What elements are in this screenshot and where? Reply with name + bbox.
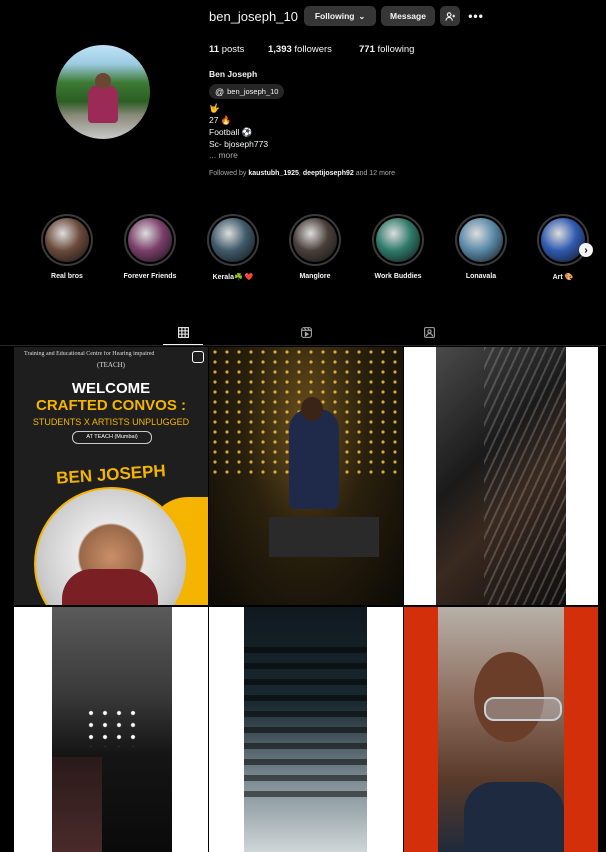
post-sub-text: STUDENTS X ARTISTS UNPLUGGED	[32, 417, 190, 427]
threads-handle: ben_joseph_10	[227, 87, 279, 96]
following-button[interactable]: Following ⌄	[304, 6, 376, 26]
road	[52, 757, 102, 852]
avatar-person	[88, 85, 118, 123]
highlight-item[interactable]: Real bros	[39, 214, 95, 280]
post-person	[289, 409, 339, 509]
post-location-pill: AT TEACH (Mumbai)	[72, 431, 152, 444]
bio-line: 27 🔥	[209, 115, 232, 125]
following-number: 771	[359, 44, 375, 55]
tagged-icon	[423, 326, 435, 338]
posts-label: posts	[221, 44, 245, 55]
post-welcome-text: WELCOME	[71, 380, 151, 397]
highlight-label: Work Buddies	[374, 273, 422, 280]
following-label-stat: following	[377, 44, 415, 55]
post-header-text: Training and Educational Centre for Hear…	[24, 351, 155, 357]
highlight-image	[45, 218, 89, 262]
highlight-label: Forever Friends	[123, 273, 177, 280]
highlight-item[interactable]: Work Buddies	[370, 214, 426, 280]
highlight-label: Lonavala	[465, 273, 497, 280]
window-grille	[484, 347, 566, 605]
post-portrait-shirt	[62, 569, 158, 605]
reels-icon	[300, 326, 312, 338]
more-options-icon[interactable]: •••	[468, 6, 484, 26]
post-bench	[269, 517, 379, 557]
posts-number: 11	[209, 44, 220, 55]
post-thumbnail[interactable]	[209, 347, 403, 605]
grid-icon	[177, 326, 189, 338]
highlight-label: Real bros	[51, 273, 83, 280]
post-thumbnail[interactable]	[404, 347, 598, 605]
highlight-item[interactable]: Lonavala	[453, 214, 509, 280]
post-teach-text: (TEACH)	[97, 361, 125, 369]
highlight-item[interactable]: Manglore	[287, 214, 343, 280]
highlight-thumbnail	[207, 214, 259, 266]
bus-seats	[244, 647, 367, 797]
chevron-right-icon: ›	[584, 244, 588, 256]
followers-number: 1,393	[268, 44, 292, 55]
post-thumbnail[interactable]: Training and Educational Centre for Hear…	[14, 347, 208, 605]
post-thumbnail[interactable]	[14, 607, 208, 852]
highlight-image	[293, 218, 337, 262]
street-lights	[84, 707, 144, 747]
post-thumbnail[interactable]	[209, 607, 403, 852]
highlight-thumbnail	[289, 214, 341, 266]
post-shirt	[464, 782, 564, 852]
highlight-label: Kerala☘️ ❤️	[212, 274, 254, 281]
highlight-item[interactable]: Forever Friends	[122, 214, 178, 280]
highlight-image	[211, 218, 255, 262]
followed-by[interactable]: Followed by kaustubh_1925, deeptijoseph9…	[209, 170, 395, 177]
highlights-next-button[interactable]: ›	[579, 243, 593, 257]
highlight-image	[128, 218, 172, 262]
highlight-label: Art 🎨	[552, 274, 574, 281]
highlight-label: Manglore	[299, 273, 331, 280]
highlight-image	[376, 218, 420, 262]
followed-by-sep: ,	[298, 170, 301, 177]
bio-line: Football ⚽	[209, 127, 253, 137]
following-count[interactable]: 771 following	[359, 44, 414, 55]
highlight-image	[541, 218, 585, 262]
post-glasses	[484, 697, 562, 721]
followed-by-prefix: Followed by	[209, 170, 247, 177]
profile-username: ben_joseph_10	[209, 9, 298, 24]
post-crafted-text: CRAFTED CONVOS :	[36, 397, 186, 414]
tabs-divider	[0, 345, 606, 346]
highlight-item[interactable]: Kerala☘️ ❤️	[205, 214, 261, 281]
profile-avatar[interactable]	[56, 45, 150, 139]
highlight-thumbnail	[124, 214, 176, 266]
bio-line: 🤟	[209, 103, 220, 113]
posts-count: 11 posts	[209, 44, 244, 55]
add-person-button[interactable]	[440, 6, 460, 26]
highlight-thumbnail	[455, 214, 507, 266]
followers-count[interactable]: 1,393 followers	[268, 44, 332, 55]
bio-more-link[interactable]: ... more	[209, 150, 238, 160]
followers-label: followers	[294, 44, 332, 55]
followed-by-suffix: and 12 more	[355, 170, 396, 177]
tab-posts[interactable]	[175, 324, 191, 340]
reels-icon	[192, 351, 204, 363]
following-label: Following	[314, 11, 355, 21]
threads-badge[interactable]: @ ben_joseph_10	[209, 84, 285, 99]
message-button[interactable]: Message	[381, 6, 435, 26]
add-person-icon	[444, 11, 455, 21]
highlight-thumbnail	[372, 214, 424, 266]
highlight-thumbnail	[41, 214, 93, 266]
highlight-thumbnail	[537, 214, 589, 266]
full-name: Ben Joseph	[209, 69, 258, 79]
threads-icon: @	[215, 86, 225, 97]
avatar-head	[95, 73, 111, 89]
post-thumbnail[interactable]	[404, 607, 598, 852]
post-person-head	[301, 397, 323, 421]
tab-tagged[interactable]	[421, 324, 437, 340]
tab-active-indicator	[163, 344, 203, 345]
bio-line: Sc- bjoseph773	[209, 139, 269, 149]
tab-reels[interactable]	[298, 324, 314, 340]
followed-by-user: kaustubh_1925	[248, 170, 299, 177]
chevron-down-icon: ⌄	[358, 11, 366, 21]
highlight-image	[459, 218, 503, 262]
followed-by-user: deeptijoseph92	[302, 170, 354, 177]
